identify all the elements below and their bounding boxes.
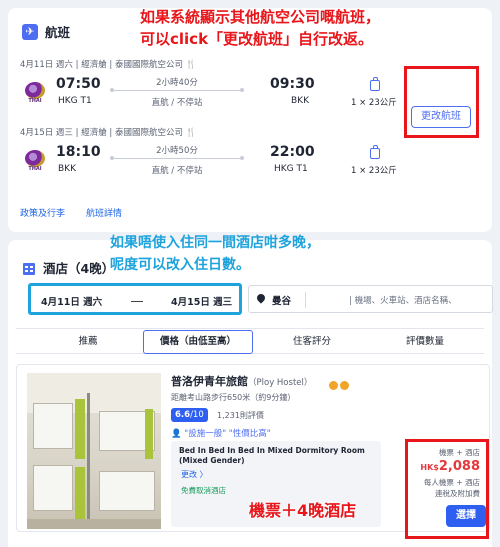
thai-airways-logo-icon: THAI — [22, 82, 48, 104]
tab-price-low-high[interactable]: 價格（由低至高） — [143, 330, 253, 354]
annotation-change-flight: 如果系統顯示其他航空公司嘅航班， 可以click「更改航班」自行改返。 — [140, 8, 381, 48]
arrival-time: 09:30 — [270, 76, 315, 92]
free-cancellation-label: 免費取消酒店 — [181, 486, 226, 495]
flight-duration: 2小時40分 — [156, 78, 198, 88]
policy-baggage-link[interactable]: 政策及行李 — [20, 206, 65, 219]
stops-info: 直航 / 不停站 — [151, 166, 203, 176]
arrival-airport: HKG T1 — [274, 164, 308, 174]
annotation-flight-plus-hotel: 機票＋4晚酒店 — [249, 501, 357, 520]
segment-meta: 4月15日 週三 | 經濟艙 | 泰國國際航空公司 🍴 — [20, 128, 197, 138]
arrival-airport: BKK — [291, 96, 309, 106]
plane-icon: ✈ — [22, 23, 38, 40]
route-line — [110, 156, 244, 160]
thai-airways-logo-icon: THAI — [22, 150, 48, 172]
destination-search-placeholder: | 機場、火車站、酒店名稱、 — [349, 296, 457, 306]
hotel-class-rating — [329, 375, 351, 394]
review-count: 1,231則評價 — [217, 411, 264, 420]
sort-tabs: 推薦 價格（由低至高） 住客評分 評價數量 — [16, 328, 484, 354]
guest-highlights: 👤 "設施一般" "性價比高" — [171, 429, 271, 439]
route-line — [110, 88, 244, 92]
tab-review-count[interactable]: 評價數量 — [370, 329, 480, 354]
room-name: Bed In Bed In Bed In Mixed Dormitory Roo… — [179, 446, 365, 465]
departure-airport: HKG T1 — [58, 96, 92, 106]
hotel-section-title: 酒店（4晚） — [43, 261, 115, 276]
annotation-change-nights: 如果唔使入住同一間酒店咁多晚， 呢度可以改入住日數。 — [110, 235, 320, 273]
destination-value: 曼谷 — [272, 296, 292, 307]
departure-airport: BKK — [58, 164, 76, 174]
tab-recommended[interactable]: 推薦 — [33, 329, 143, 354]
hotel-building-icon — [22, 261, 36, 275]
hotel-distance: 距離考山路步行650米（約9分鐘） — [171, 393, 296, 402]
checkin-date[interactable]: 4月11日 週六 — [41, 294, 102, 308]
date-separator — [131, 301, 143, 302]
hotel-name[interactable]: 普洛伊青年旅館（Ploy Hostel） — [171, 373, 312, 389]
hotel-photo[interactable] — [27, 373, 161, 529]
flight-section-title: 航班 — [45, 25, 71, 40]
flight-section-header: ✈ 航班 — [22, 22, 70, 41]
baggage-allowance: 1 × 23公斤 — [351, 98, 397, 108]
highlight-change-flight — [404, 66, 479, 138]
baggage-icon — [370, 77, 380, 91]
change-room-link[interactable]: 更改 〉 — [181, 469, 208, 480]
highlight-price — [405, 439, 489, 539]
departure-time: 18:10 — [56, 144, 101, 160]
flight-duration: 2小時50分 — [156, 146, 198, 156]
flight-details-link[interactable]: 航班詳情 — [86, 206, 122, 219]
checkout-date[interactable]: 4月15日 週三 — [171, 294, 232, 308]
hotel-section-header: 酒店（4晚） — [22, 258, 114, 277]
departure-time: 07:50 — [56, 76, 101, 92]
arrival-time: 22:00 — [270, 144, 315, 160]
stay-dates-picker[interactable]: 4月11日 週六 4月15日 週三 — [28, 283, 242, 315]
location-pin-icon — [255, 292, 267, 304]
baggage-allowance: 1 × 23公斤 — [351, 166, 397, 176]
tab-guest-rating[interactable]: 住客評分 — [257, 329, 367, 354]
review-score-badge: 6.6/10 — [171, 408, 208, 422]
baggage-icon — [370, 145, 380, 159]
destination-field[interactable]: 曼谷 | 機場、火車站、酒店名稱、 — [248, 285, 493, 313]
segment-meta: 4月11日 週六 | 經濟艙 | 泰國國際航空公司 🍴 — [20, 60, 197, 70]
stops-info: 直航 / 不停站 — [151, 98, 203, 108]
